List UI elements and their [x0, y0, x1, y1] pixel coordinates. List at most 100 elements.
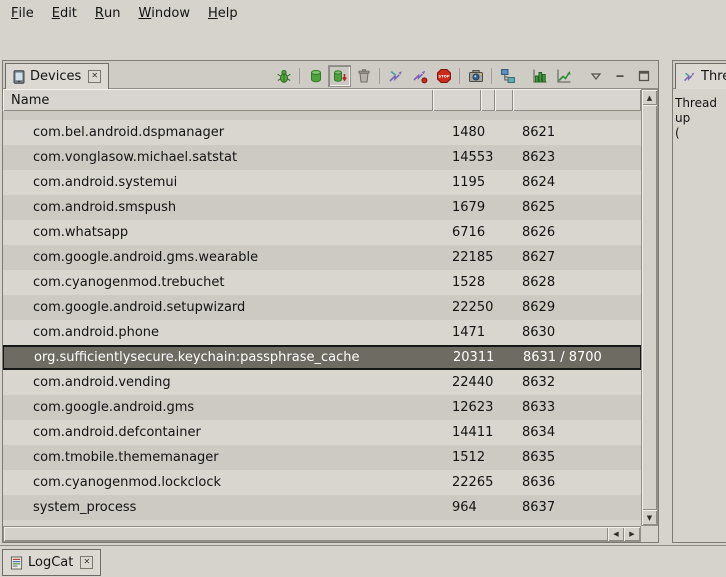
close-icon[interactable]: ✕ [88, 70, 101, 83]
table-row[interactable]: com.bel.android.dspmanager 1480 8621 [3, 120, 641, 145]
process-port: 8625 [513, 200, 641, 215]
menu-help[interactable]: Help [199, 0, 247, 27]
process-table-rows: com.bel.android.dspmanager 1480 8621 com… [3, 111, 641, 526]
tab-logcat[interactable]: LogCat ✕ [2, 549, 101, 576]
threads-message: Thread up ( [673, 89, 726, 542]
update-heap-button[interactable] [304, 65, 327, 87]
panel-sash[interactable] [660, 60, 672, 543]
process-port: 8624 [513, 175, 641, 190]
table-row[interactable]: com.tmobile.thememanager 1512 8635 [3, 445, 641, 470]
vertical-scroll-thumb[interactable] [642, 105, 657, 510]
sysinfo-button[interactable] [528, 65, 551, 87]
table-row[interactable]: com.google.android.setupwizard 22250 862… [3, 295, 641, 320]
process-port: 8629 [513, 300, 641, 315]
maximize-button[interactable] [632, 65, 655, 87]
process-pid: 22440 [433, 375, 513, 390]
table-row[interactable]: com.google.android.gms 12623 8633 [3, 395, 641, 420]
screen-capture-button[interactable] [464, 65, 487, 87]
column-header-port[interactable] [513, 89, 641, 111]
table-row[interactable]: com.android.systemui 1195 8624 [3, 170, 641, 195]
method-profiling-button[interactable] [408, 65, 431, 87]
table-row[interactable]: com.android.smspush 1679 8625 [3, 195, 641, 220]
column-header-b[interactable] [495, 89, 513, 111]
partial-row [3, 111, 641, 120]
logcat-panel: LogCat ✕ [0, 545, 726, 577]
scroll-left-button[interactable]: ◀ [608, 527, 624, 541]
column-header-a[interactable] [481, 89, 495, 111]
stop-label: STOP [438, 73, 450, 78]
view-menu-button[interactable] [584, 65, 607, 87]
stop-process-button[interactable]: STOP [432, 65, 455, 87]
menu-edit[interactable]: Edit [43, 0, 86, 27]
minimize-button[interactable] [608, 65, 631, 87]
process-port: 8631 / 8700 [514, 350, 640, 365]
cause-gc-icon [356, 68, 372, 84]
threads-message-line: Thread up [675, 96, 726, 126]
devices-tabbar: Devices ✕ [3, 61, 658, 89]
device-icon [13, 70, 25, 84]
view-hierarchy-button[interactable] [496, 65, 519, 87]
tab-devices-label: Devices [30, 69, 81, 84]
horizontal-scrollbar[interactable]: ◀ ▶ [3, 526, 641, 542]
process-pid: 1480 [433, 125, 513, 140]
update-heap-icon [308, 68, 324, 84]
process-name: org.sufficientlysecure.keychain:passphra… [4, 350, 434, 365]
sysinfo-icon [532, 68, 548, 84]
process-pid: 12623 [433, 400, 513, 415]
process-name: com.google.android.gms [3, 400, 433, 415]
toolbar-separator [379, 68, 380, 84]
menu-run[interactable]: Run [86, 0, 130, 27]
toolbar-separator [459, 68, 460, 84]
process-pid: 22250 [433, 300, 513, 315]
table-row[interactable]: com.android.vending 22440 8632 [3, 370, 641, 395]
process-name: com.android.smspush [3, 200, 433, 215]
tab-threads[interactable]: Threads [675, 63, 726, 89]
horizontal-scroll-thumb[interactable] [4, 527, 608, 541]
minimize-icon [614, 70, 626, 82]
column-header-pid[interactable] [433, 89, 481, 111]
debug-button[interactable] [272, 65, 295, 87]
scroll-down-button[interactable]: ▼ [642, 510, 657, 525]
process-port: 8635 [513, 450, 641, 465]
process-name: com.whatsapp [3, 225, 433, 240]
table-row[interactable]: com.cyanogenmod.trebuchet 1528 8628 [3, 270, 641, 295]
dump-hprof-button[interactable] [328, 65, 351, 87]
process-name: com.vonglasow.michael.satstat [3, 150, 433, 165]
heap-graph-button[interactable] [552, 65, 575, 87]
process-pid: 20311 [434, 350, 514, 365]
process-name: com.cyanogenmod.lockclock [3, 475, 433, 490]
process-pid: 22185 [433, 250, 513, 265]
process-port: 8634 [513, 425, 641, 440]
process-port: 8633 [513, 400, 641, 415]
scroll-up-button[interactable]: ▲ [642, 90, 657, 105]
column-header-name[interactable]: Name [3, 89, 433, 111]
table-row[interactable]: com.cyanogenmod.lockclock 22265 8636 [3, 470, 641, 495]
table-row[interactable]: org.sufficientlysecure.keychain:passphra… [3, 345, 641, 370]
close-icon[interactable]: ✕ [80, 556, 93, 569]
update-threads-icon [388, 68, 404, 84]
process-name: com.google.android.gms.wearable [3, 250, 433, 265]
tab-devices[interactable]: Devices ✕ [5, 63, 109, 89]
view-menu-icon [590, 70, 602, 82]
main-toolbar [0, 27, 726, 58]
process-pid: 14553 [433, 150, 513, 165]
screen-capture-icon [468, 68, 484, 84]
process-port: 8632 [513, 375, 641, 390]
table-row[interactable]: com.google.android.gms.wearable 22185 86… [3, 245, 641, 270]
update-threads-button[interactable] [384, 65, 407, 87]
stop-process-icon: STOP [436, 68, 452, 84]
table-row[interactable]: com.whatsapp 6716 8626 [3, 220, 641, 245]
table-row[interactable]: com.android.phone 1471 8630 [3, 320, 641, 345]
menu-window[interactable]: Window [129, 0, 199, 27]
process-name: system_process [3, 500, 433, 515]
threads-icon [683, 70, 696, 83]
vertical-scrollbar[interactable]: ▲ ▼ [641, 89, 658, 526]
table-row[interactable]: com.vonglasow.michael.satstat 14553 8623 [3, 145, 641, 170]
scroll-right-button[interactable]: ▶ [624, 527, 640, 541]
table-row[interactable]: com.android.defcontainer 14411 8634 [3, 420, 641, 445]
menu-file[interactable]: File [2, 0, 43, 27]
cause-gc-button[interactable] [352, 65, 375, 87]
table-row[interactable]: system_process 964 8637 [3, 495, 641, 520]
process-pid: 1512 [433, 450, 513, 465]
process-pid: 1679 [433, 200, 513, 215]
